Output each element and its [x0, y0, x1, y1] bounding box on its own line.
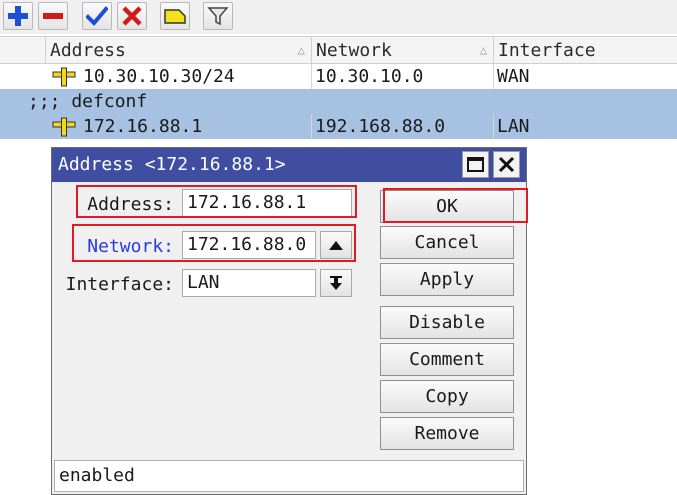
dialog-title: Address <172.16.88.1>	[58, 154, 286, 175]
network-highlight	[72, 224, 356, 262]
cell-network: 10.30.10.0	[312, 64, 494, 89]
comment-button[interactable]	[160, 2, 190, 30]
copy-button[interactable]: Copy	[380, 380, 514, 413]
table-comment-row[interactable]: ;;; defconf	[0, 89, 677, 114]
close-button[interactable]	[493, 151, 520, 178]
cancel-button[interactable]: Cancel	[380, 226, 514, 259]
address-dialog: Address <172.16.88.1> Address: 172.16.88…	[51, 147, 528, 495]
comment-button[interactable]: Comment	[380, 343, 514, 376]
maximize-button[interactable]	[462, 151, 489, 178]
cell-interface: WAN	[497, 66, 530, 87]
minus-icon	[43, 13, 63, 19]
status-bar: enabled	[54, 460, 524, 492]
column-header-address[interactable]: Address △	[46, 37, 312, 64]
enable-button[interactable]	[82, 2, 112, 30]
dropdown-arrow-icon	[330, 276, 342, 290]
table-row[interactable]: 172.16.88.1 192.168.88.0 LAN	[0, 114, 677, 139]
column-header-network[interactable]: Network △	[312, 37, 494, 64]
plus-icon	[8, 6, 28, 26]
cell-address: 172.16.88.1	[80, 114, 312, 139]
cell-address: 10.30.10.30/24	[80, 64, 312, 89]
column-header-interface[interactable]: Interface	[494, 37, 677, 64]
column-header-label: Interface	[498, 40, 596, 61]
column-header-label: Address	[50, 40, 126, 61]
apply-button[interactable]: Apply	[380, 263, 514, 296]
table-header: Address △ Network △ Interface	[0, 36, 677, 64]
dialog-titlebar[interactable]: Address <172.16.88.1>	[52, 148, 526, 182]
ok-highlight	[383, 188, 528, 223]
filter-icon	[207, 7, 229, 26]
note-icon	[164, 9, 186, 24]
disable-button[interactable]: Disable	[380, 306, 514, 339]
header-spacer	[0, 37, 46, 64]
table-row[interactable]: 10.30.10.30/24 10.30.10.0 WAN	[0, 64, 677, 89]
filter-button[interactable]	[203, 2, 233, 30]
interface-select[interactable]: LAN	[182, 269, 316, 297]
interface-label: Interface:	[65, 274, 174, 295]
remove-button[interactable]	[38, 2, 68, 30]
address-highlight	[76, 185, 357, 218]
address-icon	[52, 117, 76, 137]
interface-dropdown-button[interactable]	[320, 269, 352, 297]
address-icon	[52, 67, 76, 87]
sort-icon: △	[297, 43, 305, 57]
cell-network: 192.168.88.0	[312, 114, 494, 139]
toolbar	[0, 0, 677, 34]
x-icon	[122, 6, 142, 26]
column-header-label: Network	[316, 40, 392, 61]
sort-icon: △	[479, 43, 487, 57]
close-icon	[498, 156, 515, 173]
checkmark-icon	[86, 6, 108, 26]
cell-interface: LAN	[497, 116, 530, 137]
disable-button[interactable]	[117, 2, 147, 30]
remove-button[interactable]: Remove	[380, 417, 514, 450]
add-button[interactable]	[3, 2, 33, 30]
maximize-icon	[467, 157, 484, 172]
